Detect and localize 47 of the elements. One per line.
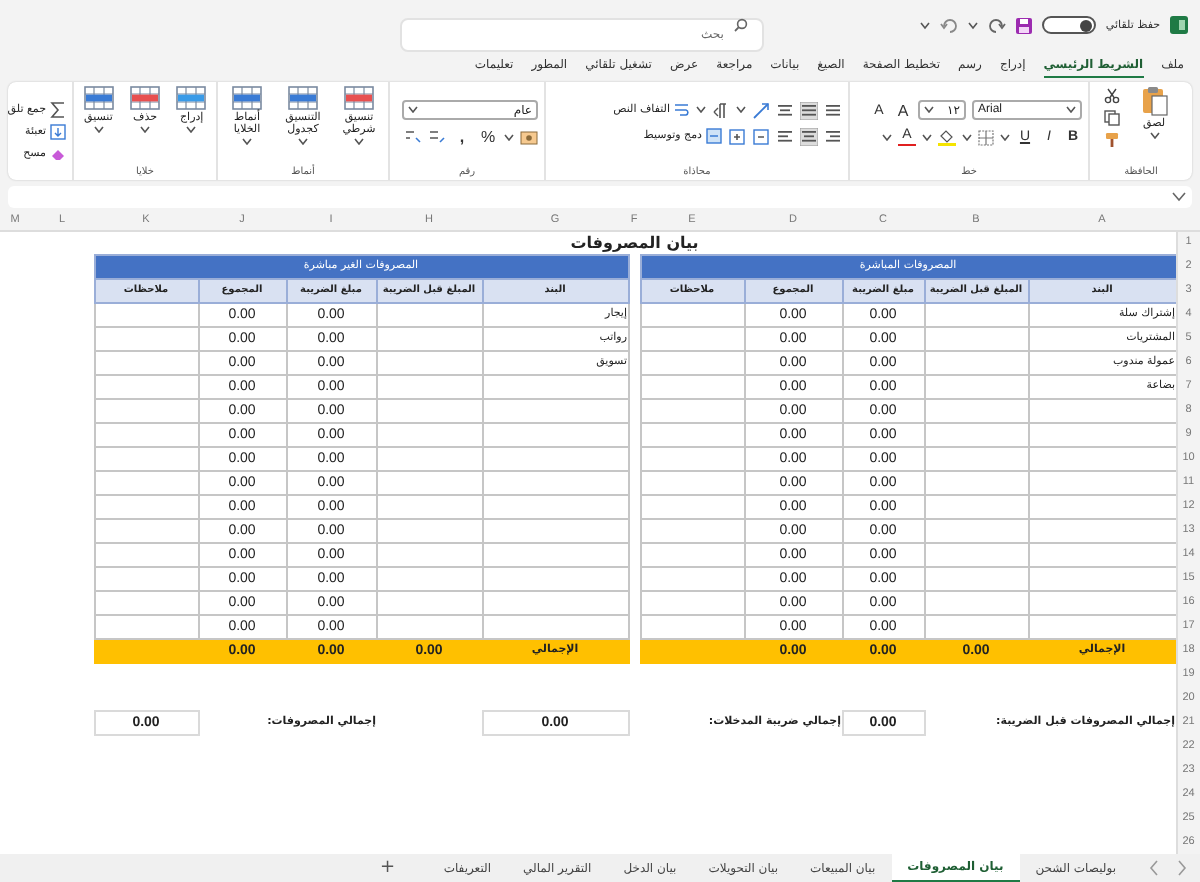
caret-icon[interactable] <box>882 133 892 142</box>
caret-icon[interactable] <box>924 106 934 115</box>
scissors-icon[interactable] <box>1104 87 1120 104</box>
borders-icon[interactable] <box>978 129 994 146</box>
caret-icon[interactable] <box>1000 133 1010 142</box>
caret-icon[interactable] <box>298 137 308 146</box>
sheet-title: بيان المصروفات <box>94 230 1176 254</box>
chevron-down-icon[interactable] <box>1172 192 1186 203</box>
percent-button[interactable]: % <box>478 128 498 147</box>
caret-icon[interactable] <box>140 125 151 134</box>
wrap-icon <box>674 102 690 119</box>
increase-font-button[interactable]: A <box>894 101 912 120</box>
caret-icon[interactable] <box>1066 106 1076 115</box>
caret-icon[interactable] <box>967 21 978 30</box>
currency-icon[interactable] <box>520 129 538 146</box>
fill-down-icon <box>50 124 66 141</box>
caret-icon[interactable] <box>1149 131 1159 140</box>
undo-icon[interactable] <box>939 17 958 34</box>
caret-icon[interactable] <box>736 106 746 115</box>
caret-icon[interactable] <box>504 133 514 142</box>
caret-icon[interactable] <box>93 125 104 134</box>
merge-icon <box>706 128 722 145</box>
caret-icon[interactable] <box>696 106 706 115</box>
save-icon[interactable] <box>1015 17 1032 34</box>
align-middle-icon[interactable] <box>800 101 818 120</box>
caret-icon[interactable] <box>919 21 930 30</box>
copy-icon[interactable] <box>1104 109 1120 126</box>
comma-style-button[interactable]: , <box>452 128 472 147</box>
spreadsheet-logo-icon[interactable] <box>1170 16 1188 35</box>
sum-icon <box>50 102 66 119</box>
caret-icon[interactable] <box>186 125 197 134</box>
caret-icon[interactable] <box>354 137 364 146</box>
align-bottom-icon[interactable] <box>776 101 794 120</box>
paintbrush-icon[interactable] <box>1104 131 1120 148</box>
align-left-icon[interactable] <box>776 127 794 146</box>
fill-color-icon[interactable] <box>938 128 956 147</box>
align-top-icon[interactable] <box>824 101 842 120</box>
redo-icon[interactable] <box>987 17 1006 34</box>
add-sheet-button[interactable]: + <box>375 858 400 878</box>
caret-icon[interactable] <box>242 137 252 146</box>
caret-icon[interactable] <box>962 133 972 142</box>
autosave-toggle[interactable] <box>1041 16 1096 35</box>
align-right-icon[interactable] <box>824 127 842 146</box>
caret-icon[interactable] <box>408 106 418 115</box>
search-icon <box>733 18 748 33</box>
align-center-icon[interactable] <box>800 127 818 146</box>
caret-icon[interactable] <box>922 133 932 142</box>
